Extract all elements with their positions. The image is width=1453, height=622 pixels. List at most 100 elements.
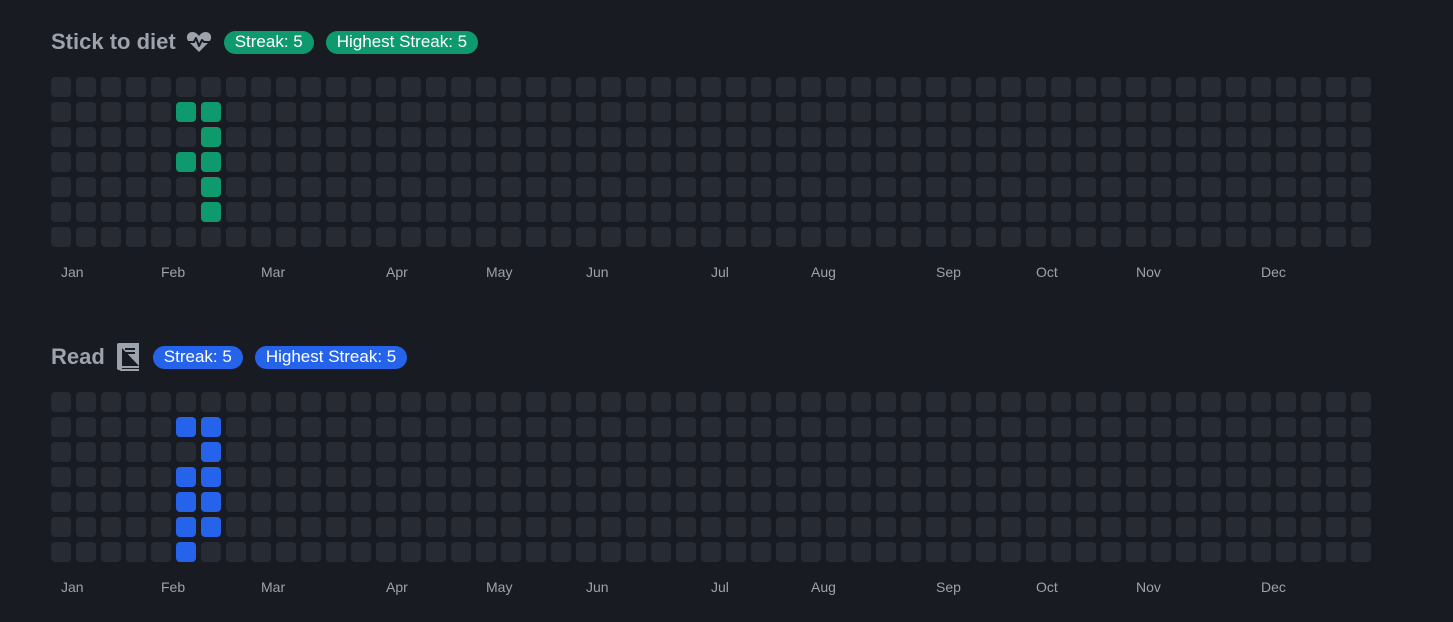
day-cell[interactable] bbox=[901, 417, 921, 437]
day-cell[interactable] bbox=[51, 542, 71, 562]
day-cell[interactable] bbox=[501, 227, 521, 247]
day-cell[interactable] bbox=[351, 202, 371, 222]
day-cell[interactable] bbox=[651, 442, 671, 462]
day-cell[interactable] bbox=[76, 202, 96, 222]
day-cell[interactable] bbox=[1126, 127, 1146, 147]
day-cell[interactable] bbox=[951, 77, 971, 97]
day-cell[interactable] bbox=[1226, 442, 1246, 462]
day-cell[interactable] bbox=[1101, 492, 1121, 512]
day-cell[interactable] bbox=[1026, 102, 1046, 122]
day-cell[interactable] bbox=[1151, 127, 1171, 147]
day-cell[interactable] bbox=[226, 77, 246, 97]
day-cell[interactable] bbox=[1151, 467, 1171, 487]
day-cell[interactable] bbox=[51, 392, 71, 412]
day-cell[interactable] bbox=[926, 202, 946, 222]
day-cell[interactable] bbox=[101, 127, 121, 147]
day-cell[interactable] bbox=[101, 77, 121, 97]
day-cell[interactable] bbox=[51, 77, 71, 97]
day-cell[interactable] bbox=[101, 467, 121, 487]
day-cell-completed[interactable] bbox=[176, 517, 196, 537]
day-cell[interactable] bbox=[1276, 517, 1296, 537]
day-cell[interactable] bbox=[826, 77, 846, 97]
day-cell[interactable] bbox=[326, 127, 346, 147]
day-cell[interactable] bbox=[951, 492, 971, 512]
day-cell[interactable] bbox=[1301, 227, 1321, 247]
day-cell[interactable] bbox=[1176, 152, 1196, 172]
day-cell[interactable] bbox=[701, 392, 721, 412]
day-cell[interactable] bbox=[401, 392, 421, 412]
day-cell[interactable] bbox=[651, 77, 671, 97]
day-cell[interactable] bbox=[751, 492, 771, 512]
day-cell[interactable] bbox=[1026, 127, 1046, 147]
day-cell[interactable] bbox=[451, 417, 471, 437]
day-cell[interactable] bbox=[926, 442, 946, 462]
day-cell[interactable] bbox=[1326, 542, 1346, 562]
day-cell[interactable] bbox=[601, 227, 621, 247]
day-cell[interactable] bbox=[851, 517, 871, 537]
day-cell[interactable] bbox=[1101, 392, 1121, 412]
day-cell[interactable] bbox=[101, 227, 121, 247]
day-cell[interactable] bbox=[1251, 517, 1271, 537]
day-cell[interactable] bbox=[1051, 77, 1071, 97]
day-cell[interactable] bbox=[426, 442, 446, 462]
day-cell[interactable] bbox=[76, 542, 96, 562]
day-cell[interactable] bbox=[526, 417, 546, 437]
day-cell[interactable] bbox=[876, 227, 896, 247]
day-cell[interactable] bbox=[976, 227, 996, 247]
day-cell-completed[interactable] bbox=[176, 467, 196, 487]
day-cell[interactable] bbox=[401, 202, 421, 222]
day-cell[interactable] bbox=[1326, 127, 1346, 147]
day-cell[interactable] bbox=[676, 227, 696, 247]
day-cell[interactable] bbox=[276, 417, 296, 437]
day-cell[interactable] bbox=[1326, 492, 1346, 512]
day-cell[interactable] bbox=[951, 152, 971, 172]
day-cell[interactable] bbox=[1351, 177, 1371, 197]
day-cell[interactable] bbox=[601, 492, 621, 512]
day-cell[interactable] bbox=[1051, 442, 1071, 462]
day-cell[interactable] bbox=[676, 442, 696, 462]
day-cell[interactable] bbox=[676, 542, 696, 562]
day-cell[interactable] bbox=[451, 442, 471, 462]
day-cell[interactable] bbox=[1201, 177, 1221, 197]
day-cell[interactable] bbox=[51, 517, 71, 537]
day-cell[interactable] bbox=[901, 492, 921, 512]
day-cell[interactable] bbox=[851, 77, 871, 97]
day-cell[interactable] bbox=[1251, 392, 1271, 412]
day-cell[interactable] bbox=[76, 492, 96, 512]
day-cell[interactable] bbox=[926, 392, 946, 412]
day-cell[interactable] bbox=[801, 467, 821, 487]
day-cell[interactable] bbox=[326, 492, 346, 512]
day-cell[interactable] bbox=[1151, 77, 1171, 97]
day-cell[interactable] bbox=[1126, 542, 1146, 562]
day-cell-completed[interactable] bbox=[201, 517, 221, 537]
day-cell[interactable] bbox=[276, 102, 296, 122]
day-cell[interactable] bbox=[1101, 127, 1121, 147]
day-cell[interactable] bbox=[1201, 77, 1221, 97]
day-cell[interactable] bbox=[1326, 77, 1346, 97]
day-cell[interactable] bbox=[176, 177, 196, 197]
day-cell[interactable] bbox=[251, 492, 271, 512]
day-cell[interactable] bbox=[1251, 102, 1271, 122]
day-cell[interactable] bbox=[426, 542, 446, 562]
day-cell[interactable] bbox=[1101, 227, 1121, 247]
day-cell[interactable] bbox=[1251, 467, 1271, 487]
day-cell[interactable] bbox=[1051, 542, 1071, 562]
day-cell[interactable] bbox=[301, 127, 321, 147]
day-cell[interactable] bbox=[151, 442, 171, 462]
day-cell[interactable] bbox=[1076, 202, 1096, 222]
day-cell[interactable] bbox=[576, 227, 596, 247]
day-cell[interactable] bbox=[876, 202, 896, 222]
day-cell[interactable] bbox=[1201, 227, 1221, 247]
day-cell[interactable] bbox=[376, 392, 396, 412]
day-cell-completed[interactable] bbox=[176, 102, 196, 122]
day-cell[interactable] bbox=[651, 202, 671, 222]
day-cell[interactable] bbox=[1276, 227, 1296, 247]
day-cell[interactable] bbox=[226, 492, 246, 512]
day-cell[interactable] bbox=[1126, 392, 1146, 412]
day-cell[interactable] bbox=[51, 442, 71, 462]
day-cell[interactable] bbox=[376, 102, 396, 122]
day-cell[interactable] bbox=[1201, 127, 1221, 147]
day-cell[interactable] bbox=[251, 177, 271, 197]
day-cell[interactable] bbox=[451, 102, 471, 122]
day-cell[interactable] bbox=[1026, 392, 1046, 412]
